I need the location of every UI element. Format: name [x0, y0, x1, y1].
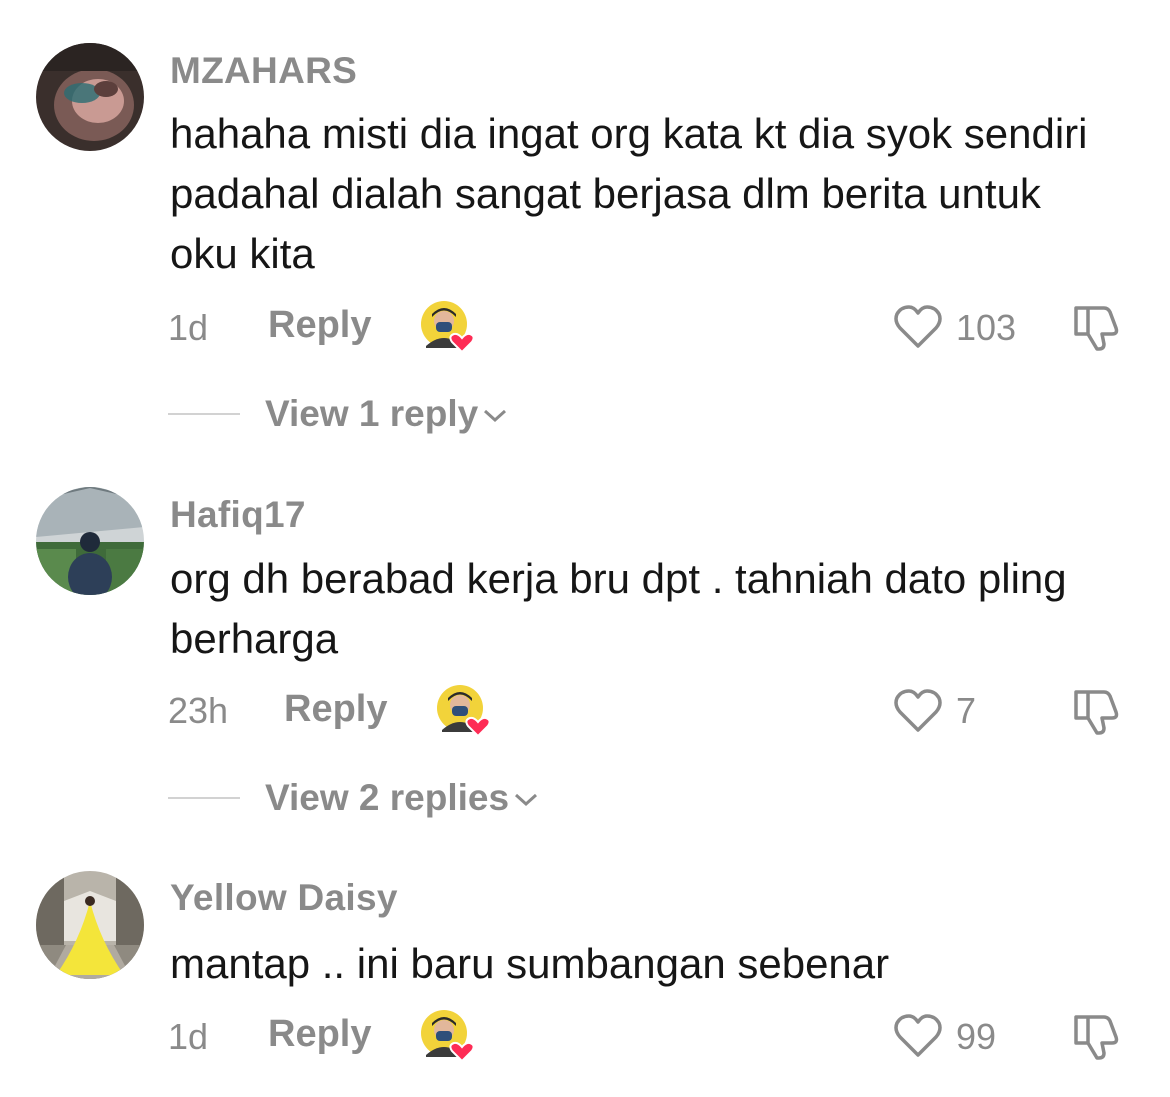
username[interactable]: MZAHARS	[170, 50, 357, 92]
like-count: 103	[956, 307, 1017, 348]
thumbs-down-icon[interactable]	[1070, 302, 1126, 352]
creator-liked-badge	[420, 1009, 476, 1065]
comment-time: 1d	[168, 1016, 209, 1057]
reply-button[interactable]: Reply	[268, 304, 371, 347]
avatar[interactable]	[36, 43, 144, 151]
heart-outline-icon[interactable]	[892, 688, 944, 734]
avatar[interactable]	[36, 871, 144, 979]
creator-liked-heart-icon	[421, 301, 475, 354]
divider	[168, 413, 240, 415]
like-count: 7	[956, 690, 977, 731]
comment-time: 23h	[168, 690, 229, 731]
creator-liked-heart-icon	[421, 1010, 475, 1063]
view-replies-label: View 1 reply	[265, 393, 479, 434]
view-replies-button[interactable]: View 1 reply	[265, 393, 508, 435]
divider	[168, 797, 240, 799]
thumbs-down-icon[interactable]	[1070, 686, 1126, 736]
reply-button[interactable]: Reply	[284, 688, 387, 731]
comment-text: hahaha misti dia ingat org kata kt dia s…	[170, 110, 1088, 277]
view-replies-button[interactable]: View 2 replies	[265, 777, 539, 819]
chevron-down-icon	[484, 410, 507, 423]
reply-button[interactable]: Reply	[268, 1013, 371, 1056]
heart-outline-icon[interactable]	[892, 1013, 944, 1059]
thumbs-down-icon[interactable]	[1070, 1011, 1126, 1061]
creator-liked-badge	[420, 300, 476, 356]
username[interactable]: Hafiq17	[170, 494, 306, 536]
view-replies-label: View 2 replies	[265, 777, 510, 818]
comment-time: 1d	[168, 307, 209, 348]
creator-liked-badge	[436, 684, 492, 740]
creator-liked-heart-icon	[437, 685, 491, 738]
avatar[interactable]	[36, 487, 144, 595]
heart-outline-icon[interactable]	[892, 304, 944, 350]
comment-text: mantap .. ini baru sumbangan sebenar	[170, 940, 890, 987]
chevron-down-icon	[515, 794, 538, 807]
comment-text: org dh berabad kerja bru dpt . tahniah d…	[170, 555, 1067, 662]
like-count: 99	[956, 1016, 997, 1057]
username[interactable]: Yellow Daisy	[170, 877, 398, 919]
